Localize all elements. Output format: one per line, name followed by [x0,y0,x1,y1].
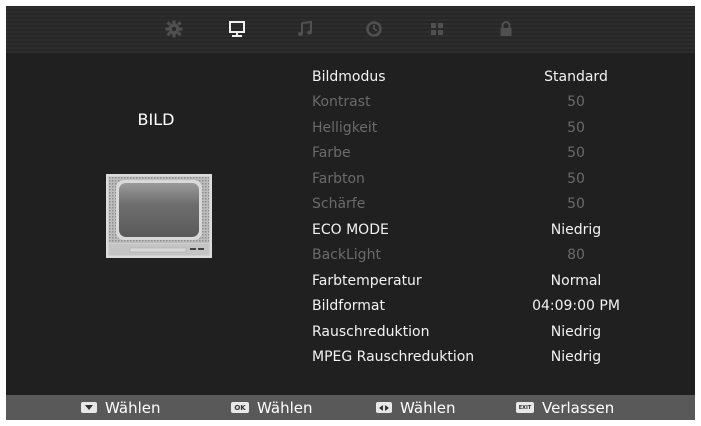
down-arrow-key-icon [81,402,97,413]
clock-icon [366,21,382,37]
tab-time[interactable] [363,18,385,40]
menu-row-rauschreduktion[interactable]: Rauschreduktion Niedrig [312,322,642,342]
menu-row-backlight: BackLight 80 [312,245,642,265]
menu-row-mpeg-rauschreduktion[interactable]: MPEG Rauschreduktion Niedrig [312,347,642,367]
exit-key-icon: EXIT [516,402,534,413]
menu-label: Kontrast [312,94,371,110]
tab-bar [6,6,695,53]
hint-select-ok: OK Wählen [231,395,312,420]
menu-value: 50 [567,196,585,212]
menu-value: 80 [567,247,585,263]
tab-sound[interactable] [294,18,316,40]
hint-text: Verlassen [542,398,615,417]
lock-icon [500,21,512,36]
hint-text: Wählen [257,398,313,417]
tab-settings[interactable] [163,18,185,40]
menu-row-kontrast: Kontrast 50 [312,92,642,112]
menu-row-farbe: Farbe 50 [312,143,642,163]
menu-value: 50 [567,120,585,136]
hint-select-updown: Wählen [81,395,160,420]
menu-label: Farbton [312,171,365,187]
menu-row-schaerfe: Schärfe 50 [312,194,642,214]
hint-select-leftright: Wählen [376,395,455,420]
menu-label: Bildmodus [312,69,386,85]
section-title: BILD [137,110,175,129]
menu-value: Standard [544,69,608,85]
menu-value: 04:09:00 PM [532,298,620,314]
gear-icon [165,20,183,38]
menu-value: 50 [567,171,585,187]
menu-label: Schärfe [312,196,366,212]
tab-picture[interactable] [226,18,248,40]
menu-value: 50 [567,145,585,161]
menu-label: ECO MODE [312,222,389,238]
menu-label: Helligkeit [312,120,378,136]
ok-key-icon: OK [231,402,249,413]
menu-value: Niedrig [550,324,602,340]
menu-value: Niedrig [550,349,602,365]
left-right-arrow-key-icon [376,402,392,413]
music-note-icon [298,20,312,36]
menu-row-farbtemperatur[interactable]: Farbtemperatur Normal [312,271,642,291]
menu-label: Farbe [312,145,351,161]
menu-label: Rauschreduktion [312,324,430,340]
menu-value: 50 [567,94,585,110]
tab-options[interactable] [426,18,448,40]
tab-lock[interactable] [495,18,517,40]
menu-label: MPEG Rauschreduktion [312,349,475,365]
menu-row-helligkeit: Helligkeit 50 [312,118,642,138]
osd-window: BILD Bildmodus Standard Kontrast 50 Hell… [6,6,695,420]
menu-row-eco-mode[interactable]: ECO MODE Niedrig [312,220,642,240]
hint-text: Wählen [400,398,456,417]
menu-label: Bildformat [312,298,385,314]
grid-icon [431,23,443,35]
menu-row-bildmodus[interactable]: Bildmodus Standard [312,67,642,87]
tv-icon [106,174,212,258]
menu-label: Farbtemperatur [312,273,422,289]
hint-text: Wählen [105,398,161,417]
footer-hint-bar: Wählen OK Wählen Wählen EXIT Verlassen [6,395,695,420]
monitor-icon [229,21,245,37]
menu-row-bildformat[interactable]: Bildformat 04:09:00 PM [312,296,642,316]
menu-value: Niedrig [550,222,602,238]
hint-exit: EXIT Verlassen [516,395,614,420]
menu-row-farbton: Farbton 50 [312,169,642,189]
menu-label: BackLight [312,247,381,263]
menu-value: Normal [550,273,602,289]
